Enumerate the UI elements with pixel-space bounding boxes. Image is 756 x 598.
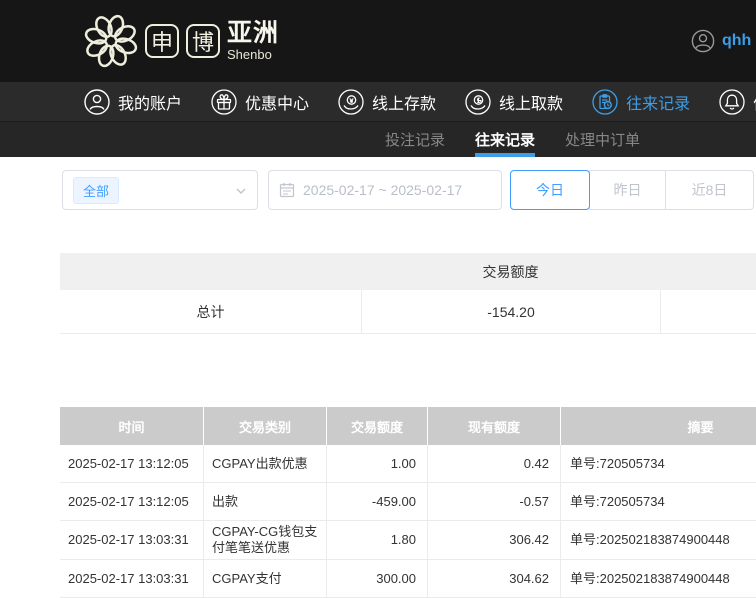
table-row: 2025-02-17 13:12:05 CGPAY出款优惠 1.00 0.42 … [60, 445, 756, 483]
nav-item-online-withdraw[interactable]: 线上取款 [465, 89, 563, 115]
logo-region-text: 亚洲 [227, 21, 279, 46]
date-range-picker[interactable]: 2025-02-17 ~ 2025-02-17 [268, 170, 502, 210]
last-8-days-button[interactable]: 近8日 [665, 170, 754, 210]
nav-item-label: 优惠中心 [245, 90, 309, 114]
nav-item-message-center[interactable]: 信息中心 [719, 89, 756, 115]
cell-summary: 单号:202502183874900448 [560, 521, 756, 559]
today-button[interactable]: 今日 [510, 170, 590, 210]
summary-empty-cell [660, 290, 756, 333]
records-subnav: 投注记录 往来记录 处理中订单 [0, 122, 756, 157]
cell-balance: -0.57 [427, 483, 560, 520]
username: qhh [722, 32, 751, 50]
brand-logo[interactable]: 申 博 亚洲 Shenbo [84, 12, 279, 70]
tab-label: 往来记录 [475, 129, 535, 150]
table-row: 2025-02-17 13:03:31 CGPAY-CG钱包支付笔笔送优惠 1.… [60, 521, 756, 560]
summary-total-value: -154.20 [361, 290, 660, 333]
cell-summary: 单号:202502183874900448 [560, 560, 756, 597]
records-table-header: 时间 交易类别 交易额度 现有额度 摘要 [60, 407, 756, 445]
yesterday-button[interactable]: 昨日 [589, 170, 666, 210]
deposit-icon [338, 89, 364, 115]
summary-table-header: 交易额度 [60, 253, 756, 290]
cell-amount: 1.00 [326, 445, 427, 482]
col-header-amount: 交易额度 [326, 407, 427, 445]
summary-table: 交易额度 总计 -154.20 [60, 253, 756, 334]
type-select[interactable]: 全部 [62, 170, 258, 210]
logo-wordmark: 亚洲 Shenbo [227, 21, 279, 61]
tab-pending-orders[interactable]: 处理中订单 [565, 122, 640, 157]
cell-amount: 1.80 [326, 521, 427, 559]
cell-type: 出款 [203, 483, 326, 520]
logo-char-bo: 博 [186, 24, 220, 58]
chevron-down-icon [235, 185, 247, 197]
col-header-type: 交易类别 [203, 407, 326, 445]
nav-item-label: 我的账户 [118, 90, 182, 114]
col-header-time: 时间 [60, 407, 203, 445]
cell-summary: 单号:720505734 [560, 483, 756, 520]
tab-betting-records[interactable]: 投注记录 [385, 122, 445, 157]
flower-logo-icon [84, 12, 138, 70]
summary-amount-header: 交易额度 [361, 262, 660, 282]
cell-balance: 304.62 [427, 560, 560, 597]
cell-type: CGPAY-CG钱包支付笔笔送优惠 [203, 521, 326, 559]
cell-type: CGPAY支付 [203, 560, 326, 597]
date-range-value: 2025-02-17 ~ 2025-02-17 [303, 182, 462, 198]
cell-balance: 306.42 [427, 521, 560, 559]
cell-time: 2025-02-17 13:03:31 [60, 560, 203, 597]
summary-total-label: 总计 [60, 290, 361, 333]
summary-total-row: 总计 -154.20 [60, 290, 756, 334]
cell-time: 2025-02-17 13:12:05 [60, 483, 203, 520]
bell-icon [719, 89, 745, 115]
nav-item-my-account[interactable]: 我的账户 [84, 89, 182, 115]
tab-label: 处理中订单 [565, 129, 640, 150]
table-row: 2025-02-17 13:03:31 CGPAY支付 300.00 304.6… [60, 560, 756, 598]
nav-item-label: 线上存款 [372, 90, 436, 114]
records-table: 时间 交易类别 交易额度 现有额度 摘要 2025-02-17 13:12:05… [60, 407, 756, 598]
nav-item-online-deposit[interactable]: 线上存款 [338, 89, 436, 115]
person-icon [84, 89, 110, 115]
nav-item-label: 往来记录 [626, 90, 690, 114]
cell-amount: 300.00 [326, 560, 427, 597]
cell-summary: 单号:720505734 [560, 445, 756, 482]
logo-char-shen: 申 [145, 24, 179, 58]
nav-item-transaction-records[interactable]: 往来记录 [592, 89, 690, 115]
logo-subtitle-text: Shenbo [227, 48, 279, 61]
cell-time: 2025-02-17 13:12:05 [60, 445, 203, 482]
table-row: 2025-02-17 13:12:05 出款 -459.00 -0.57 单号:… [60, 483, 756, 521]
gift-icon [211, 89, 237, 115]
tab-transaction-records[interactable]: 往来记录 [475, 122, 535, 157]
filter-row: 全部 2025-02-17 ~ 2025-02-17 今日 昨日 近8日 [0, 170, 756, 210]
col-header-balance: 现有额度 [427, 407, 560, 445]
main-navbar: 我的账户 优惠中心 线上存款 [0, 82, 756, 122]
cell-balance: 0.42 [427, 445, 560, 482]
col-header-summary: 摘要 [560, 407, 756, 445]
cell-amount: -459.00 [326, 483, 427, 520]
nav-item-label: 线上取款 [499, 90, 563, 114]
selected-type-tag[interactable]: 全部 [73, 177, 119, 204]
cell-type: CGPAY出款优惠 [203, 445, 326, 482]
records-icon [592, 89, 618, 115]
user-avatar-icon [691, 29, 715, 53]
quick-date-buttons: 今日 昨日 近8日 [510, 170, 754, 210]
top-header: 申 博 亚洲 Shenbo qhh [0, 0, 756, 82]
user-account[interactable]: qhh [691, 0, 751, 82]
nav-item-promotions[interactable]: 优惠中心 [211, 89, 309, 115]
cell-time: 2025-02-17 13:03:31 [60, 521, 203, 559]
withdraw-icon [465, 89, 491, 115]
calendar-icon [279, 182, 295, 198]
tab-label: 投注记录 [385, 129, 445, 150]
